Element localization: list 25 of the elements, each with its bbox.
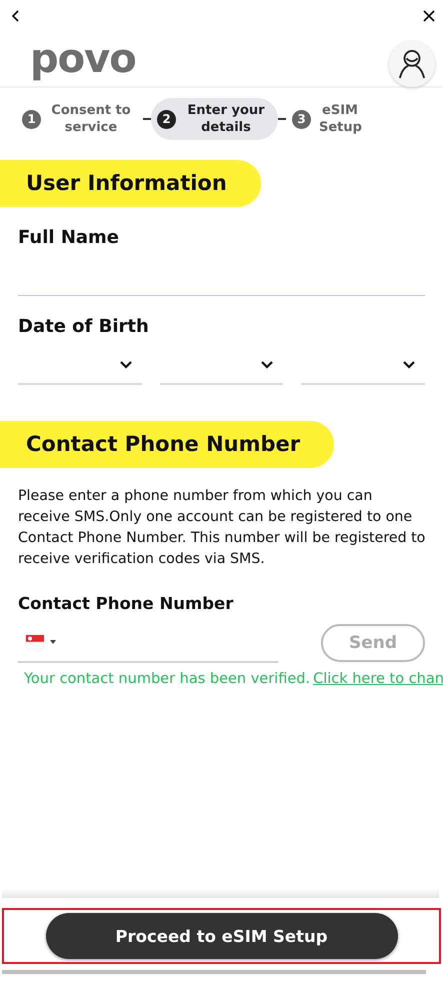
chevron-down-icon [261,361,274,369]
step-number: 3 [292,110,311,128]
section-heading: Contact Phone Number [0,421,334,468]
person-icon [398,49,426,79]
step-number: 2 [157,110,176,128]
verified-message: Your contact number has been verified. [24,671,310,687]
proceed-button[interactable]: Proceed to eSIM Setup [46,913,398,959]
chevron-down-icon [120,361,132,369]
description-text: Please enter a phone number from which you can receive SMS.Only one account can be registered to one Contact Phone Number. This number will be registered to receive verification codes via SMS. [18,487,426,569]
step-label: Enter your details [186,102,266,136]
close-icon[interactable] [423,10,435,22]
step-label: eSIM Setup [319,102,361,136]
flag-icon [26,635,44,649]
field-label: Full Name [18,227,120,248]
change-link[interactable]: Click here to chan [313,671,443,687]
logo: povo [30,39,136,79]
step-label: Consent to service [50,102,132,136]
dropdown-arrow-icon[interactable] [50,640,56,644]
field-label: Contact Phone Number [18,594,234,613]
account-button[interactable] [389,41,435,87]
chevron-down-icon [403,361,416,369]
field-label: Date of Birth [18,316,150,337]
section-heading: User Information [0,160,261,207]
step-number: 1 [22,110,41,128]
scrollbar[interactable] [2,970,426,974]
